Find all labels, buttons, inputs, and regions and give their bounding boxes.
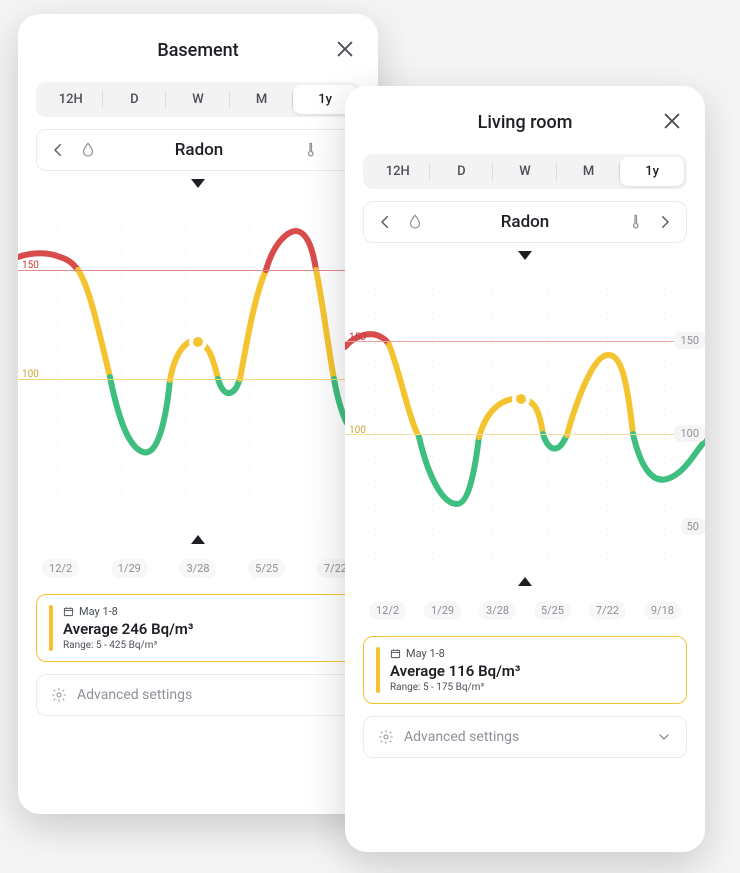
summary-date: May 1-8 [63,605,193,618]
seg-w[interactable]: W [493,157,557,186]
thermometer-icon [626,213,644,231]
advanced-settings-label: Advanced settings [404,729,519,745]
summary-range: Range: 5 - 175 Bq/m³ [390,682,520,693]
close-icon[interactable] [661,110,683,132]
marker-bottom-icon [191,535,205,544]
date-tick: 9/18 [644,601,681,620]
seg-12h[interactable]: 12H [366,157,430,186]
summary-range: Range: 5 - 425 Bq/m³ [63,640,193,651]
period-segment[interactable]: 12H D W M 1y [36,82,360,117]
period-segment[interactable]: 12H D W M 1y [363,154,687,189]
date-tick: 7/22 [589,601,626,620]
summary-average: Average 116 Bq/m³ [390,662,520,680]
y-label: 150 [22,260,39,271]
gear-icon [51,687,67,703]
threshold-150 [18,270,378,271]
date-tick: 12/2 [42,559,79,578]
date-tick: 3/28 [179,559,216,578]
seg-w[interactable]: W [166,85,230,114]
card-title: Basement [157,40,238,61]
marker-top-icon [518,251,532,260]
metric-name: Radon [501,212,550,232]
seg-1y[interactable]: 1y [620,157,684,186]
y-label: 100 [22,369,39,380]
chevron-left-icon[interactable] [49,141,67,159]
x-axis-labels: 12/2 1/29 3/28 5/25 7/22 [36,555,360,582]
droplet-icon [406,213,424,231]
seg-d[interactable]: D [103,85,167,114]
metric-selector[interactable]: Radon [363,201,687,243]
date-tick: 12/2 [369,601,406,620]
date-tick: 5/25 [534,601,571,620]
y-label-pill: 50 [681,518,705,535]
y-label: 100 [349,425,366,436]
summary-card[interactable]: May 1-8 Average 246 Bq/m³ Range: 5 - 425… [36,594,360,662]
close-icon[interactable] [334,38,356,60]
marker-bottom-icon [518,577,532,586]
card-living-room: Living room 12H D W M 1y Radon 150 150 1… [345,86,705,852]
chevron-down-icon [656,729,672,745]
seg-12h[interactable]: 12H [39,85,103,114]
summary-accent [376,647,380,693]
card-title: Living room [478,112,573,133]
advanced-settings-button[interactable]: Advanced settings [363,716,687,758]
radon-chart[interactable]: 150 150 100 100 50 [345,269,705,569]
summary-card[interactable]: May 1-8 Average 116 Bq/m³ Range: 5 - 175… [363,636,687,704]
chevron-left-icon[interactable] [376,213,394,231]
calendar-icon [63,606,74,617]
summary-date: May 1-8 [390,647,520,660]
date-tick: 1/29 [424,601,461,620]
date-tick: 1/29 [111,559,148,578]
y-label-pill: 150 [674,332,705,349]
gear-icon [378,729,394,745]
seg-d[interactable]: D [430,157,494,186]
threshold-150 [345,341,705,342]
threshold-100 [18,379,378,380]
thermometer-icon [301,141,319,159]
metric-name: Radon [175,140,224,160]
radon-chart[interactable]: 150 100 [18,197,378,527]
threshold-100 [345,434,705,435]
metric-selector[interactable]: Radon [36,129,360,171]
header: Living room [363,104,687,140]
summary-average: Average 246 Bq/m³ [63,620,193,638]
y-label-pill: 100 [674,425,705,442]
seg-m[interactable]: M [557,157,621,186]
card-basement: Basement 12H D W M 1y Radon 150 100 [18,14,378,814]
chevron-right-icon[interactable] [656,213,674,231]
advanced-settings-label: Advanced settings [77,687,192,703]
y-label: 150 [349,332,366,343]
marker-top-icon [191,179,205,188]
date-tick: 3/28 [479,601,516,620]
advanced-settings-button[interactable]: Advanced settings [36,674,360,716]
x-axis-labels: 12/2 1/29 3/28 5/25 7/22 9/18 [363,597,687,624]
summary-accent [49,605,53,651]
seg-m[interactable]: M [230,85,294,114]
header: Basement [36,32,360,68]
droplet-icon [79,141,97,159]
calendar-icon [390,648,401,659]
date-tick: 5/25 [248,559,285,578]
